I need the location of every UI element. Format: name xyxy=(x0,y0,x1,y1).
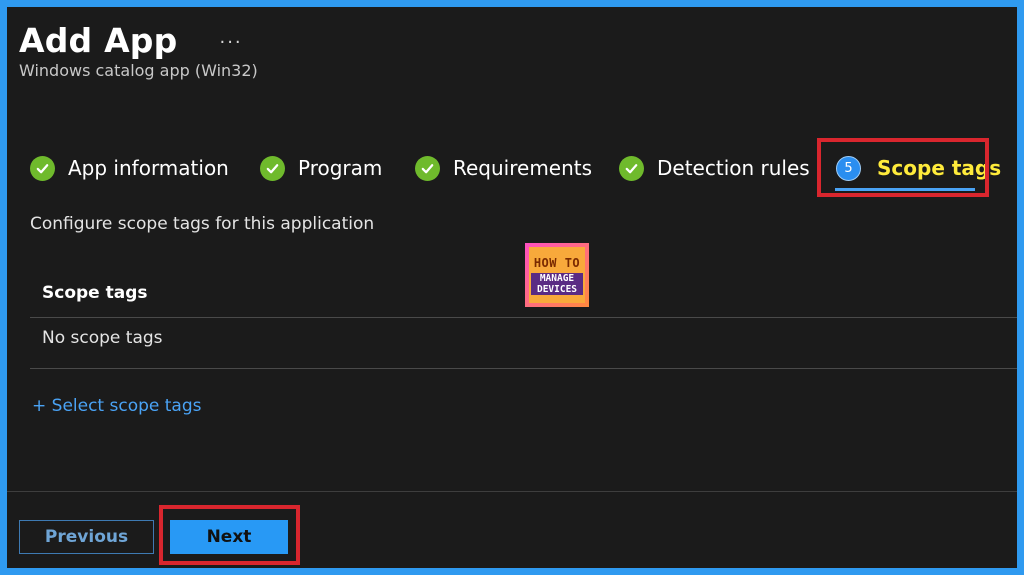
table-divider xyxy=(30,317,1017,318)
step-label: App information xyxy=(68,156,229,180)
more-options-icon[interactable]: ··· xyxy=(219,32,242,53)
select-scope-tags-link[interactable]: + Select scope tags xyxy=(32,396,202,416)
check-icon xyxy=(30,155,55,181)
footer-divider xyxy=(7,491,1017,492)
step-requirements[interactable]: Requirements xyxy=(415,150,592,186)
scope-tags-description: Configure scope tags for this applicatio… xyxy=(30,214,375,234)
previous-button[interactable]: Previous xyxy=(19,520,154,554)
check-icon xyxy=(415,155,440,181)
title-row: Add App ··· xyxy=(19,21,243,60)
empty-scope-tags-row: No scope tags xyxy=(42,328,163,348)
check-icon xyxy=(619,155,644,181)
logo-line-1: HOW TO xyxy=(533,255,581,270)
step-label: Program xyxy=(298,156,383,180)
page-title: Add App xyxy=(19,21,178,60)
step-detection-rules[interactable]: Detection rules xyxy=(619,150,810,186)
next-button-highlight-box xyxy=(159,505,300,565)
logo-line-3: DEVICES xyxy=(531,283,583,295)
table-divider xyxy=(30,368,1017,369)
step-program[interactable]: Program xyxy=(260,150,382,186)
page-subtitle: Windows catalog app (Win32) xyxy=(19,61,258,80)
how-to-manage-devices-logo: HOW TO MANAGE DEVICES xyxy=(525,243,589,307)
scope-tags-column-header: Scope tags xyxy=(42,283,148,303)
step-label: Requirements xyxy=(453,156,593,180)
step-app-information[interactable]: App information xyxy=(30,150,229,186)
add-app-panel: Add App ··· Windows catalog app (Win32) … xyxy=(7,7,1017,568)
logo-inner: HOW TO MANAGE DEVICES xyxy=(529,247,585,303)
check-icon xyxy=(260,155,285,181)
step-label: Detection rules xyxy=(657,156,810,180)
logo-line-2: MANAGE xyxy=(531,272,583,284)
logo-bottom: MANAGE DEVICES xyxy=(531,272,583,295)
scope-tags-highlight-box xyxy=(817,138,989,197)
